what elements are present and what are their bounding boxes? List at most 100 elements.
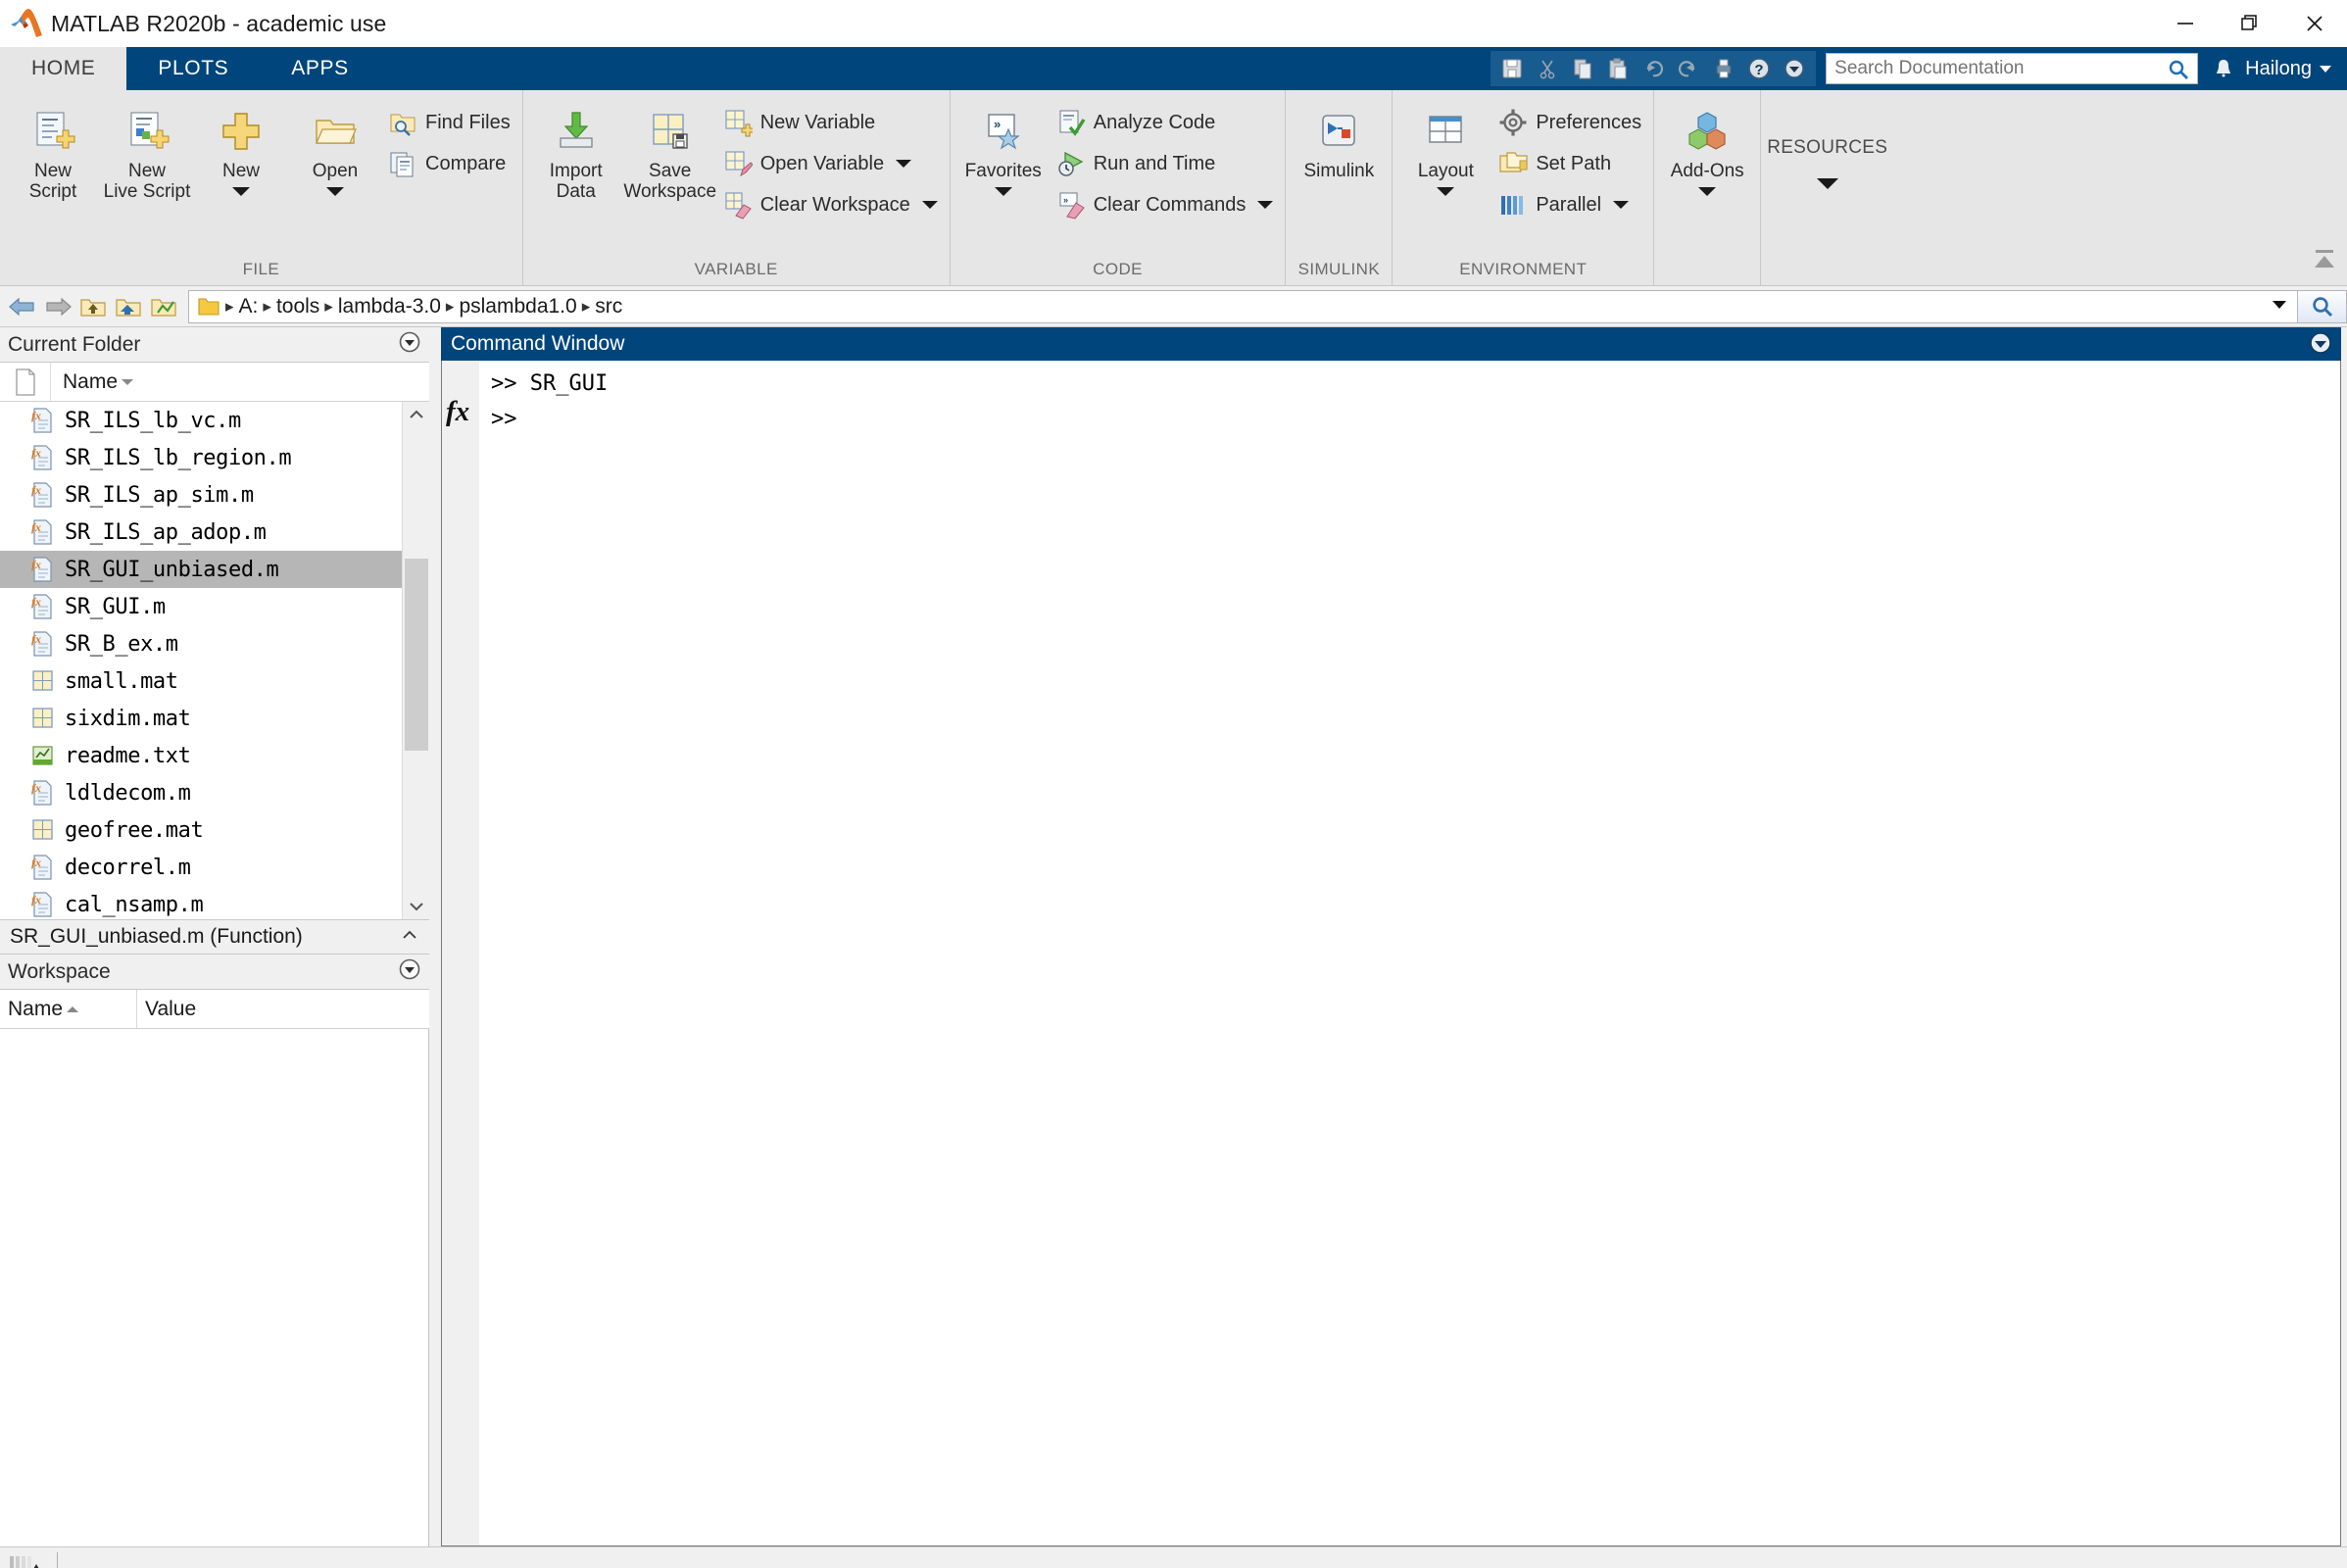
collapse-ribbon-icon[interactable]: [2312, 247, 2337, 277]
new-script-button[interactable]: New Script: [6, 100, 100, 203]
fx-icon[interactable]: fx: [446, 396, 469, 428]
parallel-caret-icon[interactable]: [1613, 201, 1630, 209]
layout-caret-icon[interactable]: [1437, 187, 1455, 197]
open-button[interactable]: Open: [288, 100, 382, 197]
new-live-script-button[interactable]: New Live Script: [100, 100, 194, 203]
open-variable-caret-icon[interactable]: [896, 160, 912, 168]
forward-arrow-icon[interactable]: [41, 290, 74, 323]
name-column-header[interactable]: Name: [51, 363, 429, 401]
panel-options-icon[interactable]: [2308, 330, 2333, 361]
search-input[interactable]: [1827, 54, 2198, 83]
restore-button[interactable]: [2218, 0, 2282, 47]
list-item[interactable]: fx SR_ILS_ap_adop.m: [0, 514, 429, 551]
import-data-button[interactable]: Import Data: [529, 100, 623, 203]
list-item[interactable]: fx SR_B_ex.m: [0, 625, 429, 662]
command-window-body[interactable]: fx >> SR_GUI >>: [441, 361, 2341, 1546]
list-item-selected[interactable]: fx SR_GUI_unbiased.m: [0, 551, 429, 588]
file-list[interactable]: fx SR_ILS_lb_vc.m fx SR_ILS_lb_region.m: [0, 402, 429, 919]
workspace-name-column-header[interactable]: Name: [0, 990, 137, 1028]
home-folder-icon[interactable]: [112, 290, 145, 323]
panel-splitter[interactable]: [429, 327, 441, 1546]
favorites-button[interactable]: » Favorites: [956, 100, 1051, 197]
favorites-caret-icon[interactable]: [994, 187, 1012, 197]
close-button[interactable]: [2282, 0, 2347, 47]
browse-folder-icon[interactable]: [147, 290, 180, 323]
minimize-button[interactable]: [2153, 0, 2218, 47]
breadcrumb[interactable]: ▸ A: ▸ tools ▸ lambda-3.0 ▸ pslambda1.0 …: [188, 289, 2347, 323]
list-item[interactable]: geofree.mat: [0, 811, 429, 849]
new-dropdown-caret-icon[interactable]: [232, 187, 250, 197]
cut-button[interactable]: [1530, 51, 1565, 86]
command-prompt[interactable]: >>: [491, 402, 2340, 437]
add-ons-button[interactable]: Add-Ons: [1660, 100, 1754, 197]
undo-button[interactable]: [1636, 51, 1671, 86]
list-item[interactable]: fx SR_ILS_ap_sim.m: [0, 476, 429, 514]
redo-button[interactable]: [1671, 51, 1706, 86]
list-item[interactable]: fx SR_ILS_lb_vc.m: [0, 402, 429, 439]
list-item[interactable]: fx cal_nsamp.m: [0, 886, 429, 919]
folder-search-button[interactable]: [2297, 290, 2346, 322]
breadcrumb-dropdown-icon[interactable]: [2270, 294, 2289, 318]
workspace-value-column-header[interactable]: Value: [137, 990, 429, 1028]
workspace-table-body[interactable]: [0, 1029, 429, 1546]
scroll-up-arrow-icon[interactable]: [408, 402, 425, 427]
run-and-time-button[interactable]: Run and Time: [1051, 145, 1280, 182]
save-button[interactable]: [1494, 51, 1530, 86]
save-workspace-button[interactable]: Save Workspace: [623, 100, 717, 203]
breadcrumb-item-3[interactable]: pslambda1.0: [459, 295, 576, 318]
chevron-up-icon[interactable]: [400, 928, 419, 947]
list-item[interactable]: small.mat: [0, 662, 429, 700]
panel-options-icon[interactable]: [398, 330, 421, 359]
scrollbar-track[interactable]: [403, 427, 429, 894]
list-item[interactable]: fx decorrel.m: [0, 849, 429, 886]
add-ons-caret-icon[interactable]: [1698, 187, 1717, 197]
user-menu[interactable]: Hailong: [2245, 58, 2333, 80]
tab-plots[interactable]: PLOTS: [126, 47, 260, 90]
copy-button[interactable]: [1565, 51, 1600, 86]
up-folder-icon[interactable]: [76, 290, 110, 323]
paste-button[interactable]: [1600, 51, 1636, 86]
preferences-button[interactable]: Preferences: [1492, 104, 1647, 141]
panel-options-icon[interactable]: [398, 957, 421, 986]
clear-workspace-caret-icon[interactable]: [921, 201, 938, 209]
parallel-button[interactable]: Parallel: [1492, 186, 1647, 223]
details-pane-header[interactable]: SR_GUI_unbiased.m (Function): [0, 919, 429, 955]
tab-home[interactable]: HOME: [0, 47, 127, 90]
simulink-button[interactable]: Simulink: [1292, 100, 1386, 181]
new-variable-button[interactable]: New Variable: [717, 104, 944, 141]
set-path-button[interactable]: Set Path: [1492, 145, 1647, 182]
new-button[interactable]: New: [194, 100, 288, 197]
find-files-button[interactable]: Find Files: [382, 104, 516, 141]
bell-icon[interactable]: [2206, 51, 2241, 86]
file-list-scrollbar[interactable]: [402, 402, 429, 919]
list-item[interactable]: fx SR_ILS_lb_region.m: [0, 439, 429, 476]
resources-caret-icon[interactable]: [1816, 178, 1838, 189]
tab-apps[interactable]: APPS: [260, 47, 379, 90]
parallel-pool-icon[interactable]: [8, 1553, 41, 1568]
command-window-text[interactable]: >> SR_GUI >>: [479, 361, 2340, 1545]
open-dropdown-caret-icon[interactable]: [326, 187, 344, 197]
back-arrow-icon[interactable]: [6, 290, 39, 323]
help-button[interactable]: ?: [1741, 51, 1777, 86]
file-type-column-header[interactable]: [0, 363, 51, 401]
qat-overflow-button[interactable]: [1777, 51, 1812, 86]
list-item[interactable]: readme.txt: [0, 737, 429, 774]
scroll-down-arrow-icon[interactable]: [408, 894, 425, 919]
list-item[interactable]: sixdim.mat: [0, 700, 429, 737]
clear-commands-caret-icon[interactable]: [1257, 201, 1274, 209]
analyze-code-button[interactable]: Analyze Code: [1051, 104, 1280, 141]
open-variable-button[interactable]: Open Variable: [717, 145, 944, 182]
layout-button[interactable]: Layout: [1398, 100, 1492, 197]
list-item[interactable]: fx ldldecom.m: [0, 774, 429, 811]
breadcrumb-item-1[interactable]: tools: [276, 295, 319, 318]
compare-button[interactable]: Compare: [382, 145, 516, 182]
search-documentation-box[interactable]: [1826, 53, 2199, 84]
breadcrumb-item-0[interactable]: A:: [239, 295, 259, 318]
list-item[interactable]: fx SR_GUI.m: [0, 588, 429, 625]
breadcrumb-item-4[interactable]: src: [595, 295, 622, 318]
clear-commands-button[interactable]: » Clear Commands: [1051, 186, 1280, 223]
search-icon[interactable]: [2167, 58, 2190, 81]
scrollbar-thumb[interactable]: [405, 559, 428, 751]
clear-workspace-button[interactable]: Clear Workspace: [717, 186, 944, 223]
print-button[interactable]: [1706, 51, 1741, 86]
